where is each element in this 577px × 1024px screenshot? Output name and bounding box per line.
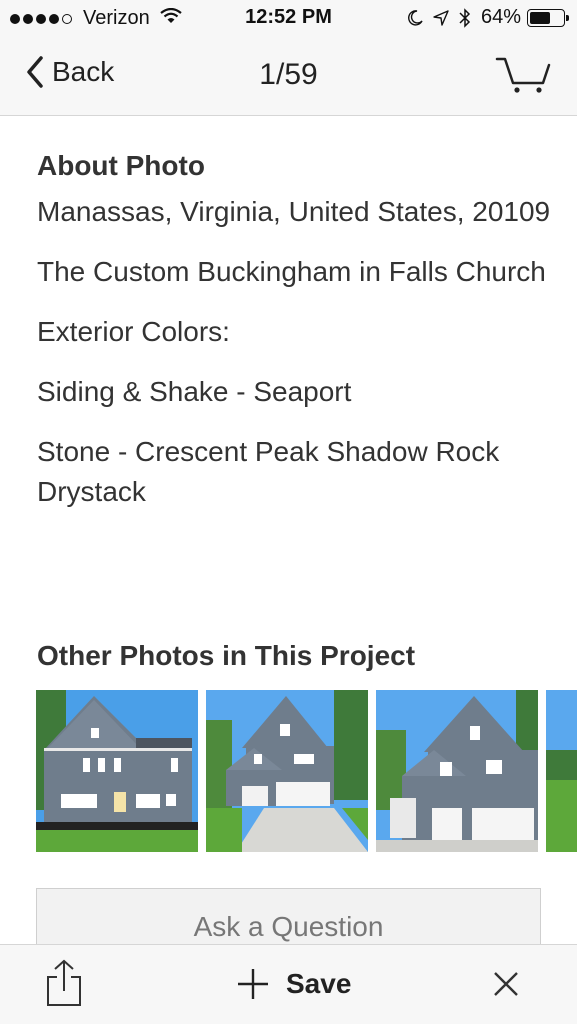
nav-bar: Back 1/59 — [0, 38, 577, 116]
stone-color: Stone - Crescent Peak Shadow Rock Drysta… — [37, 436, 500, 507]
plus-icon — [238, 969, 268, 999]
back-button[interactable]: Back — [26, 56, 114, 88]
status-right: 64% — [407, 6, 569, 29]
bluetooth-icon — [459, 7, 471, 28]
about-photo-section: About Photo Manassas, Virginia, United S… — [37, 150, 557, 512]
siding-color: Siding & Shake - Seaport — [37, 376, 352, 407]
battery-icon — [527, 8, 569, 27]
share-button[interactable] — [44, 959, 84, 1014]
location-icon — [433, 9, 449, 26]
cart-icon — [495, 57, 551, 93]
cart-button[interactable] — [495, 55, 551, 100]
moon-icon — [407, 9, 423, 26]
battery-percent: 64% — [480, 6, 521, 28]
photo-thumbnail[interactable] — [376, 690, 538, 852]
back-label: Back — [52, 56, 115, 87]
other-photos-heading: Other Photos in This Project — [37, 640, 416, 671]
about-photo-heading: About Photo — [37, 150, 205, 181]
share-icon — [47, 959, 81, 1006]
photo-strip[interactable] — [36, 690, 577, 852]
exterior-colors-label: Exterior Colors: — [37, 316, 230, 347]
close-button[interactable] — [493, 971, 519, 1002]
status-bar: Verizon 12:52 PM 64% — [0, 0, 577, 38]
photo-thumbnail[interactable] — [546, 690, 577, 852]
photo-location: Manassas, Virginia, United States, 20109 — [37, 196, 551, 227]
close-icon — [494, 972, 518, 996]
photo-thumbnail[interactable] — [206, 690, 368, 852]
chevron-left-icon — [27, 56, 43, 88]
save-button[interactable]: Save — [236, 967, 351, 1001]
save-label: Save — [286, 968, 352, 999]
project-name: The Custom Buckingham in Falls Church — [37, 256, 546, 287]
photo-thumbnail[interactable] — [36, 690, 198, 852]
bottom-toolbar: Save — [0, 944, 577, 1024]
